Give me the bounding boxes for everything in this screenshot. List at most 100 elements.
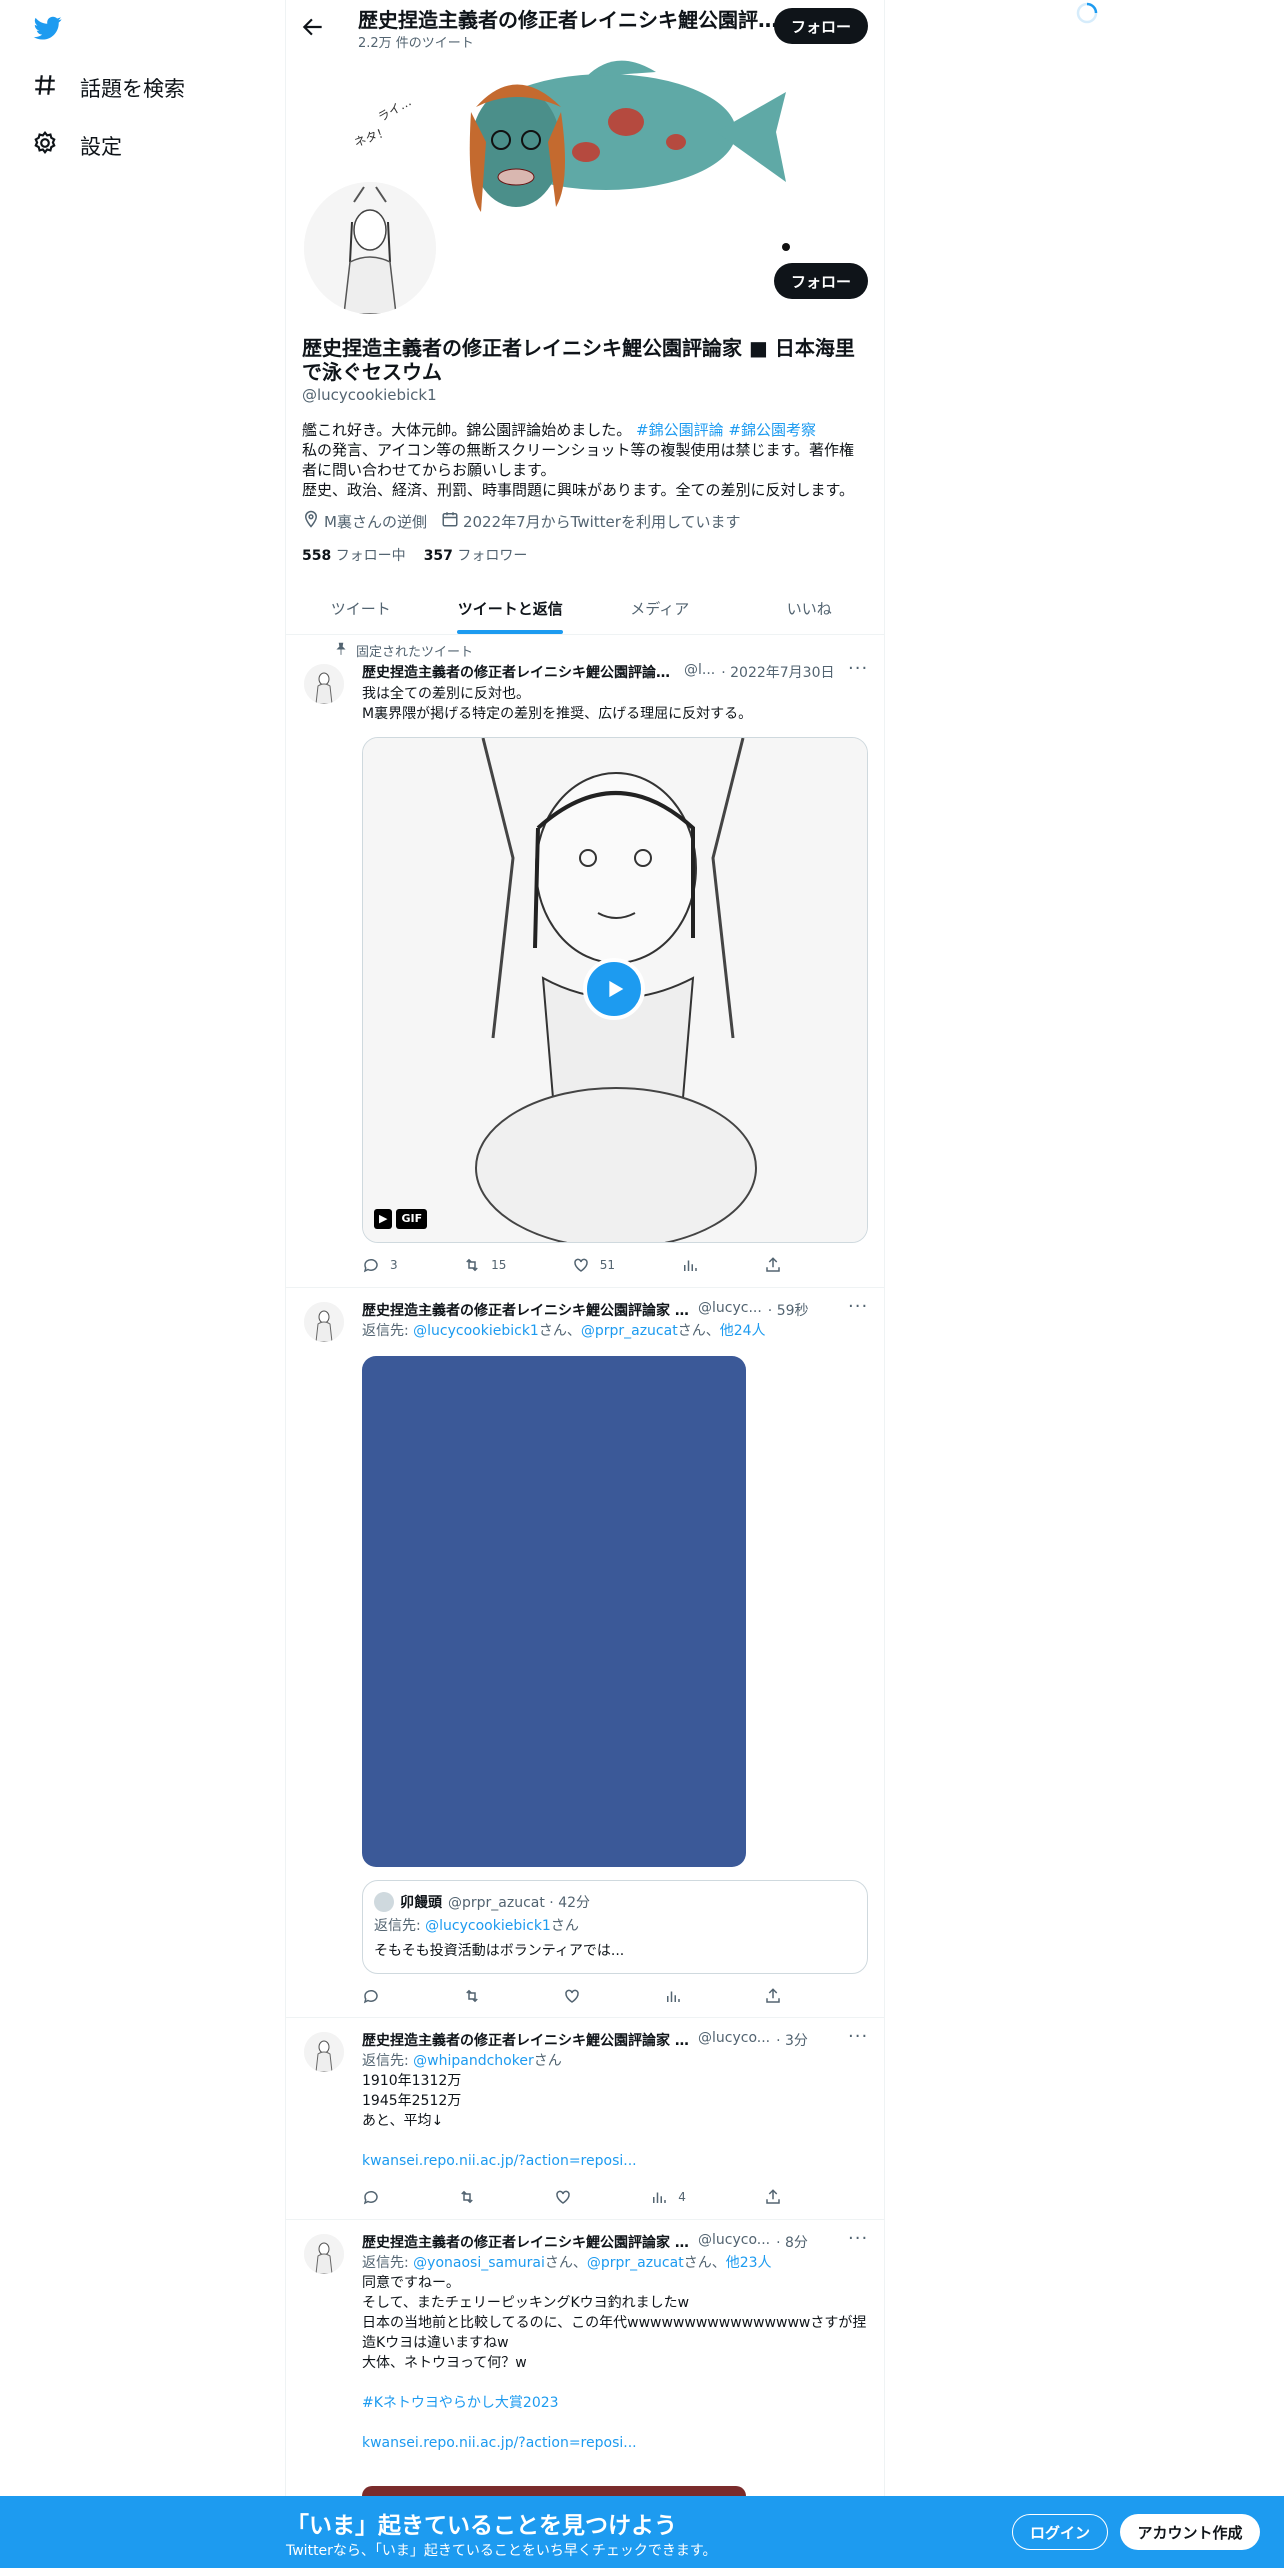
- more-options-icon[interactable]: ···: [848, 658, 868, 679]
- profile-avatar[interactable]: [300, 178, 440, 318]
- mention-link[interactable]: @yonaosi_samurai: [413, 2255, 545, 2271]
- reply-button[interactable]: [362, 1987, 380, 2005]
- tweet-author-handle[interactable]: @l...: [684, 662, 715, 682]
- tweet-author-name[interactable]: 歴史捏造主義者の修正者レイニシキ鯉公園評論家 ■ 日本海里で泳ぐセスウム: [362, 2030, 692, 2050]
- tweet-image-placeholder[interactable]: [362, 1356, 746, 1867]
- tweet-text-line: 同意ですねー。: [362, 2275, 460, 2291]
- signup-button[interactable]: アカウント作成: [1120, 2514, 1260, 2550]
- gif-label: GIF: [396, 1209, 428, 1229]
- signup-banner-subtitle: Twitterなら、「いま」起きていることをいち早くチェックできます。: [286, 2543, 717, 2559]
- quoted-reply-to: 返信先: @lucycookiebick1さん: [374, 1918, 579, 1934]
- tweet-time[interactable]: · 59秒: [768, 1300, 809, 1320]
- like-button[interactable]: [563, 1987, 581, 2005]
- tab-tweets[interactable]: ツイート: [286, 583, 436, 634]
- tweet-author-handle[interactable]: @lucyco...: [698, 2030, 770, 2050]
- tweet-url-link[interactable]: kwansei.repo.nii.ac.jp/?action=reposi...: [362, 2433, 867, 2453]
- share-button[interactable]: [764, 1987, 782, 2005]
- more-options-icon[interactable]: ···: [848, 2026, 868, 2047]
- tweet-text-line: M裏界隈が掲げる特定の差別を推奨、広げる理屈に反対する。: [362, 706, 753, 722]
- twitter-logo-icon[interactable]: [32, 14, 64, 42]
- tweet-author-name[interactable]: 歴史捏造主義者の修正者レイニシキ鯉公園評論家 ■ 日本海里で泳ぐセスウム: [362, 1300, 692, 1320]
- nav-settings-label: 設定: [80, 134, 122, 159]
- reply-button[interactable]: [362, 2188, 380, 2206]
- tweet-author-name[interactable]: 歴史捏造主義者の修正者レイニシキ鯉公園評論家 ■ 日本海里で泳ぐセスウム: [362, 2232, 692, 2252]
- views-count: 4: [678, 2190, 686, 2204]
- pinned-label: 固定されたツイート: [356, 645, 474, 660]
- header-tweet-count: 2.2万 件のツイート: [358, 36, 474, 51]
- loading-spinner-icon: [1076, 2, 1098, 24]
- tweet-image-partial[interactable]: [362, 2486, 746, 2496]
- avatar[interactable]: [304, 1302, 344, 1342]
- login-button[interactable]: ログイン: [1012, 2514, 1108, 2550]
- following-link[interactable]: 558 フォロー中: [302, 545, 406, 565]
- avatar[interactable]: [304, 664, 344, 704]
- play-icon[interactable]: [583, 958, 645, 1020]
- reply-button[interactable]: 3: [362, 1256, 398, 1274]
- tweet-header: 歴史捏造主義者の修正者レイニシキ鯉公園評論家 ■ 日本海里で泳ぐセスウム @lu…: [362, 1300, 809, 1320]
- tweet-author-handle[interactable]: @lucyc...: [698, 1300, 762, 1320]
- views-button[interactable]: 4: [650, 2188, 686, 2206]
- tweet-time[interactable]: · 8分: [776, 2232, 808, 2252]
- avatar: [374, 1892, 394, 1912]
- tweet-actions: [362, 1987, 782, 2005]
- profile-bio: 艦これ好き。大体元帥。錦公園評論始めました。 #錦公園評論 #錦公園考察 私の発…: [302, 420, 862, 500]
- retweet-button[interactable]: 15: [463, 1256, 506, 1274]
- avatar[interactable]: [304, 2032, 344, 2072]
- nav-settings[interactable]: 設定: [32, 130, 122, 161]
- retweet-count: 15: [491, 1258, 507, 1272]
- profile-meta: M裏さんの逆側 2022年7月からTwitterを利用しています: [302, 510, 741, 532]
- profile-name: 歴史捏造主義者の修正者レイニシキ鯉公園評論家 ■ 日本海里で泳ぐセスウム: [302, 336, 855, 384]
- tweet-text-line: 1910年1312万: [362, 2073, 462, 2089]
- mention-link[interactable]: @whipandchoker: [413, 2053, 534, 2069]
- header-title: 歴史捏造主義者の修正者レイニシキ鯉公園評論家 ■ 日本海里で泳ぐセスウム: [358, 8, 778, 32]
- tweet-text-line: あと、平均↓: [362, 2113, 444, 2129]
- others-link[interactable]: 他23人: [726, 2255, 772, 2271]
- tab-media[interactable]: メディア: [585, 583, 735, 634]
- mention-link[interactable]: @prpr_azucat: [587, 2255, 684, 2271]
- bio-line-1: 艦これ好き。大体元帥。錦公園評論始めました。: [302, 421, 632, 439]
- retweet-button[interactable]: [463, 1987, 481, 2005]
- tweet-author-name[interactable]: 歴史捏造主義者の修正者レイニシキ鯉公園評論家 ■ 日本海里で泳ぐセスウム: [362, 662, 678, 682]
- quoted-author-handle: @prpr_azucat · 42分: [448, 1895, 591, 1911]
- share-button[interactable]: [764, 1256, 782, 1274]
- tweet-author-handle[interactable]: @lucyco...: [698, 2232, 770, 2252]
- mention-link[interactable]: @lucycookiebick1: [425, 1918, 551, 1934]
- tweet-header: 歴史捏造主義者の修正者レイニシキ鯉公園評論家 ■ 日本海里で泳ぐセスウム @l.…: [362, 662, 835, 682]
- reply-count: 3: [390, 1258, 398, 1272]
- tab-likes[interactable]: いいね: [735, 583, 885, 634]
- tweet-header: 歴史捏造主義者の修正者レイニシキ鯉公園評論家 ■ 日本海里で泳ぐセスウム @lu…: [362, 2232, 808, 2252]
- calendar-icon: [441, 510, 459, 532]
- mention-link[interactable]: @prpr_azucat: [581, 1323, 678, 1339]
- tweet-url-link[interactable]: kwansei.repo.nii.ac.jp/?action=reposi...: [362, 2151, 862, 2171]
- tweet-text-line: 日本の当地前と比較してるのに、この年代wwwwwwwwwwwwwwwwさすが捏造…: [362, 2315, 867, 2351]
- tweet-time[interactable]: · 2022年7月30日: [721, 662, 834, 682]
- tweet-text-line: 我は全ての差別に反対也。: [362, 686, 530, 702]
- views-button[interactable]: [664, 1987, 682, 2005]
- more-options-icon[interactable]: ···: [848, 2228, 868, 2249]
- tab-tweets-and-replies[interactable]: ツイートと返信: [436, 583, 586, 634]
- quoted-tweet-header: 卯饅頭 @prpr_azucat · 42分: [374, 1892, 590, 1912]
- bio-hashtag-link[interactable]: #錦公園考察: [728, 421, 816, 439]
- profile-follow-button[interactable]: フォロー: [774, 263, 868, 299]
- hashtag-link[interactable]: #Kネトウヨやらかし大賞2023: [362, 2393, 867, 2413]
- views-button[interactable]: [681, 1256, 699, 1274]
- nav-explore[interactable]: 話題を検索: [32, 72, 185, 103]
- avatar[interactable]: [304, 2234, 344, 2274]
- share-button[interactable]: [764, 2188, 782, 2206]
- like-button[interactable]: [554, 2188, 572, 2206]
- followers-link[interactable]: 357 フォロワー: [424, 545, 528, 565]
- mention-link[interactable]: @lucycookiebick1: [413, 1323, 539, 1339]
- like-button[interactable]: 51: [572, 1256, 615, 1274]
- others-link[interactable]: 他24人: [720, 1323, 766, 1339]
- bio-hashtag-link[interactable]: #錦公園評論: [636, 421, 724, 439]
- more-options-icon[interactable]: ···: [848, 1296, 868, 1317]
- header-follow-button[interactable]: フォロー: [774, 8, 868, 44]
- profile-location: M裏さんの逆側: [324, 512, 427, 531]
- follow-stats: 558 フォロー中 357 フォロワー: [302, 545, 527, 565]
- back-arrow-icon[interactable]: [300, 14, 326, 40]
- gear-icon: [32, 130, 58, 161]
- tweet-actions: 3 15 51: [362, 1256, 782, 1274]
- retweet-button[interactable]: [458, 2188, 476, 2206]
- profile-joined: 2022年7月からTwitterを利用しています: [462, 512, 741, 531]
- tweet-time[interactable]: · 3分: [776, 2030, 808, 2050]
